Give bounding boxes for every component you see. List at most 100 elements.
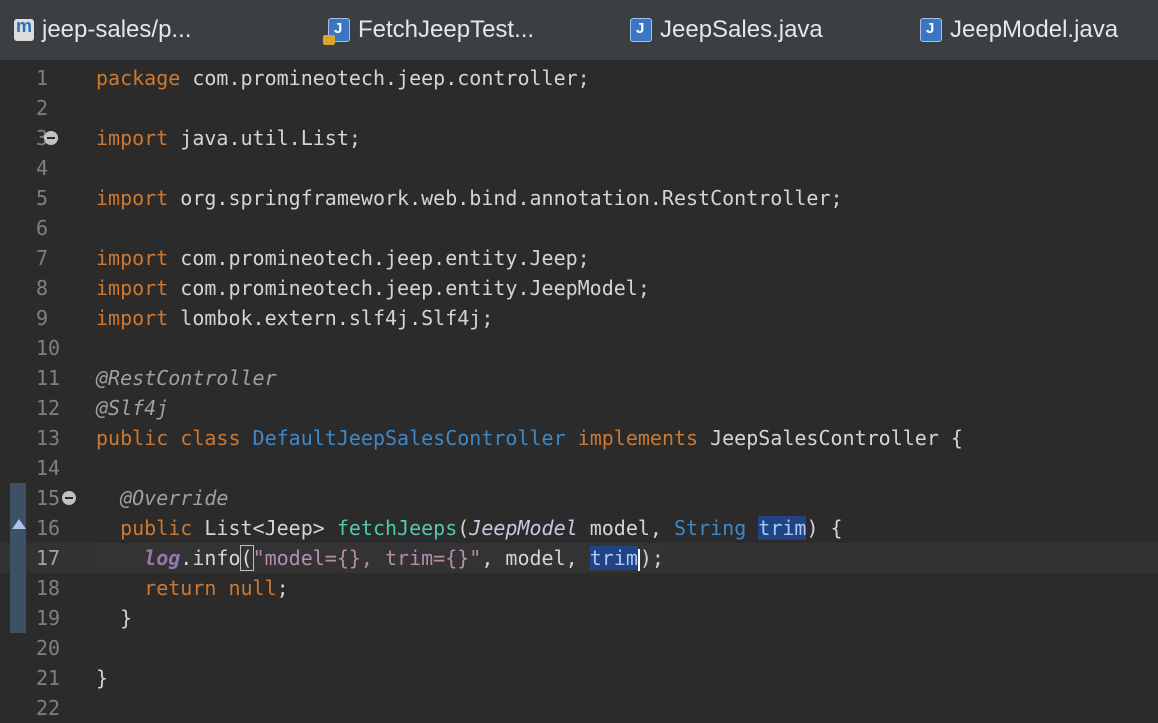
class-name: DefaultJeepSalesController [240, 426, 566, 450]
code-text: java.util.List; [168, 126, 361, 150]
tab-jeep-model-java[interactable]: JeepModel.java [920, 0, 1118, 60]
line-gutter: 1 [0, 63, 80, 93]
code-text: lombok.extern.slf4j.Slf4j; [168, 306, 494, 330]
range-indicator [10, 483, 26, 513]
occurrence-highlight: trim [589, 546, 638, 570]
code-line: 8 import com.promineotech.jeep.entity.Je… [0, 273, 1158, 303]
line-number: 4 [36, 156, 49, 180]
tab-label: JeepModel.java [950, 16, 1119, 43]
code-text: com.promineotech.jeep.entity.Jeep; [168, 246, 590, 270]
editor-tab-bar: jeep-sales/p... FetchJeepTest... JeepSal… [0, 0, 1158, 61]
line-gutter: 17 [0, 543, 80, 573]
line-number: 14 [36, 456, 61, 480]
line-gutter: 2 [0, 93, 80, 123]
java-test-file-icon [323, 18, 350, 45]
code-line: 6 [0, 213, 1158, 243]
code-text: } [96, 606, 133, 630]
method-name: fetchJeeps [336, 516, 458, 540]
code-line: 16 public List<Jeep> fetchJeeps(JeepMode… [0, 513, 1158, 543]
keyword: import [96, 306, 169, 330]
tab-jeep-sales-pom[interactable]: jeep-sales/p... [14, 0, 191, 60]
line-code: @RestController [96, 363, 277, 393]
tab-fetch-jeep-test[interactable]: FetchJeepTest... [323, 0, 534, 60]
line-gutter: 3 [0, 123, 80, 153]
line-code: import java.util.List; [96, 123, 361, 153]
annotation: @RestController [96, 366, 277, 390]
range-indicator [10, 603, 26, 633]
keyword: public [96, 516, 193, 540]
line-number: 22 [36, 696, 61, 720]
fold-collapse-icon[interactable] [44, 131, 58, 145]
line-code: package com.promineotech.jeep.controller… [96, 63, 590, 93]
code-line: 14 [0, 453, 1158, 483]
line-number: 15 [36, 486, 61, 510]
line-code: return null; [96, 573, 289, 603]
type-name: JeepModel [469, 516, 578, 540]
code-text: JeepSalesController { [698, 426, 963, 450]
line-gutter: 19 [0, 603, 80, 633]
java-file-icon [920, 18, 942, 42]
code-text: com.promineotech.jeep.entity.JeepModel; [168, 276, 650, 300]
code-line: 9 import lombok.extern.slf4j.Slf4j; [0, 303, 1158, 333]
line-gutter: 4 [0, 153, 80, 183]
line-number: 16 [36, 516, 61, 540]
range-indicator [10, 573, 26, 603]
tab-label: JeepSales.java [660, 16, 823, 43]
keyword: package [96, 66, 181, 90]
line-code: public List<Jeep> fetchJeeps(JeepModel m… [96, 513, 843, 543]
code-text: model, [577, 516, 674, 540]
line-gutter: 15 [0, 483, 80, 513]
line-code: log.info("model={}, trim={}", model, tri… [96, 543, 664, 573]
code-line: 10 [0, 333, 1158, 363]
keyword: import [96, 186, 169, 210]
line-code: import com.promineotech.jeep.entity.Jeep… [96, 273, 650, 303]
java-file-icon [630, 18, 652, 42]
tab-label: jeep-sales/p... [42, 16, 192, 43]
keyword: import [96, 126, 169, 150]
override-arrow-icon[interactable] [12, 519, 26, 529]
code-line: 22 [0, 693, 1158, 723]
line-gutter: 12 [0, 393, 80, 423]
code-text: ( [457, 516, 470, 540]
code-line: 1 package com.promineotech.jeep.controll… [0, 63, 1158, 93]
line-number: 9 [36, 306, 49, 330]
line-number: 20 [36, 636, 61, 660]
line-gutter: 22 [0, 693, 80, 723]
code-text: org.springframework.web.bind.annotation.… [168, 186, 843, 210]
line-code: import org.springframework.web.bind.anno… [96, 183, 843, 213]
line-number: 10 [36, 336, 61, 360]
line-code: @Override [96, 483, 228, 513]
line-number: 8 [36, 276, 49, 300]
tab-jeep-sales-java[interactable]: JeepSales.java [630, 0, 823, 60]
line-gutter: 21 [0, 663, 80, 693]
fold-collapse-icon[interactable] [62, 491, 76, 505]
range-indicator [10, 543, 26, 573]
line-gutter: 20 [0, 633, 80, 663]
code-text: } [96, 666, 109, 690]
line-code: } [96, 603, 132, 633]
field-name: log [144, 546, 181, 570]
keyword: public class [96, 426, 241, 450]
string-literal: "model={}, trim={}" [252, 546, 482, 570]
line-code: @Slf4j [96, 393, 168, 423]
line-number: 12 [36, 396, 61, 420]
code-editor[interactable]: 1 package com.promineotech.jeep.controll… [0, 61, 1158, 721]
line-code: } [96, 663, 108, 693]
code-text: ); [639, 546, 664, 570]
annotation: @Override [96, 486, 229, 510]
line-number: 13 [36, 426, 61, 450]
code-text: List<Jeep> [192, 516, 337, 540]
line-gutter: 9 [0, 303, 80, 333]
line-code: public class DefaultJeepSalesController … [96, 423, 963, 453]
maven-pom-icon [14, 16, 34, 41]
line-number: 21 [36, 666, 61, 690]
keyword: import [96, 276, 169, 300]
line-code: import com.promineotech.jeep.entity.Jeep… [96, 243, 590, 273]
code-line: 12 @Slf4j [0, 393, 1158, 423]
code-line: 20 [0, 633, 1158, 663]
line-gutter: 7 [0, 243, 80, 273]
bracket-match: ( [239, 545, 254, 571]
code-line: 15 @Override [0, 483, 1158, 513]
